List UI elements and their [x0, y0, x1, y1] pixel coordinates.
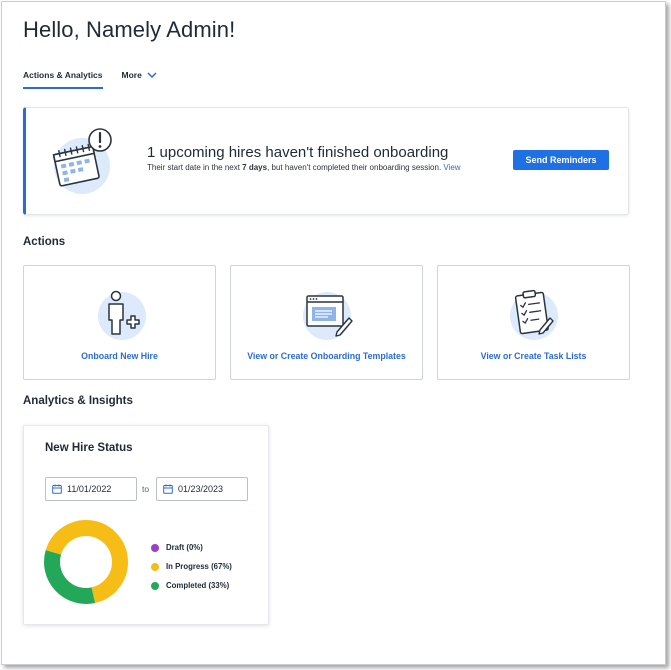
chart-legend: Draft (0%) In Progress (67%) Completed (… [151, 538, 232, 595]
analytics-heading: Analytics & Insights [23, 395, 133, 407]
legend-swatch [151, 581, 159, 590]
banner-subtext: Their start date in the next 7 days, but… [147, 163, 461, 172]
card-label: View or Create Onboarding Templates [247, 351, 406, 361]
banner-subtext-start: Their start date in the next [147, 163, 243, 172]
legend-label: Draft (0%) [166, 543, 203, 552]
tab-bar: Actions & Analytics More [23, 70, 157, 92]
onboarding-alert-banner: 1 upcoming hires haven't finished onboar… [23, 107, 629, 215]
legend-swatch [151, 543, 159, 552]
legend-label: Completed (33%) [166, 581, 230, 590]
calendar-icon [163, 484, 173, 494]
task-lists-card[interactable]: View or Create Task Lists [437, 265, 630, 380]
template-edit-icon [302, 292, 353, 340]
banner-headline: 1 upcoming hires haven't finished onboar… [147, 144, 449, 161]
banner-subtext-end: , but haven't completed their onboarding… [267, 163, 444, 172]
card-label: View or Create Task Lists [480, 351, 587, 361]
actions-heading: Actions [23, 236, 66, 248]
legend-swatch [151, 562, 159, 571]
start-date-value: 11/01/2022 [67, 484, 112, 494]
legend-item-completed: Completed (33%) [151, 576, 232, 595]
end-date-input[interactable]: 01/23/2023 [156, 477, 248, 501]
donut-slice-completed [44, 550, 96, 604]
chevron-down-icon [147, 72, 157, 79]
banner-subtext-days: 7 days [242, 163, 268, 172]
tab-actions-analytics[interactable]: Actions & Analytics [23, 70, 103, 89]
clipboard-checklist-icon [509, 289, 558, 340]
tab-label: More [121, 70, 142, 80]
legend-item-draft: Draft (0%) [151, 538, 232, 557]
view-link[interactable]: View [443, 163, 460, 172]
legend-item-in-progress: In Progress (67%) [151, 557, 232, 576]
app-window: Hello, Namely Admin! Actions & Analytics… [1, 1, 666, 665]
date-range-separator: to [142, 484, 150, 494]
legend-label: In Progress (67%) [166, 562, 232, 571]
tab-more[interactable]: More [122, 70, 157, 89]
page-title: Hello, Namely Admin! [23, 17, 236, 42]
person-add-icon [97, 290, 146, 340]
panel-title: New Hire Status [45, 442, 133, 454]
new-hire-status-panel: New Hire Status 11/01/2022 to 01/23/2023 [23, 425, 269, 625]
calendar-alert-icon [52, 128, 112, 194]
card-label: Onboard New Hire [81, 351, 158, 361]
onboard-new-hire-card[interactable]: Onboard New Hire [23, 265, 216, 380]
end-date-value: 01/23/2023 [178, 484, 224, 494]
calendar-icon [52, 484, 62, 494]
send-reminders-button[interactable]: Send Reminders [513, 150, 609, 170]
start-date-input[interactable]: 11/01/2022 [45, 477, 137, 501]
new-hire-status-donut-chart [44, 520, 128, 604]
onboarding-templates-card[interactable]: View or Create Onboarding Templates [230, 265, 423, 380]
tab-label: Actions & Analytics [23, 70, 103, 80]
